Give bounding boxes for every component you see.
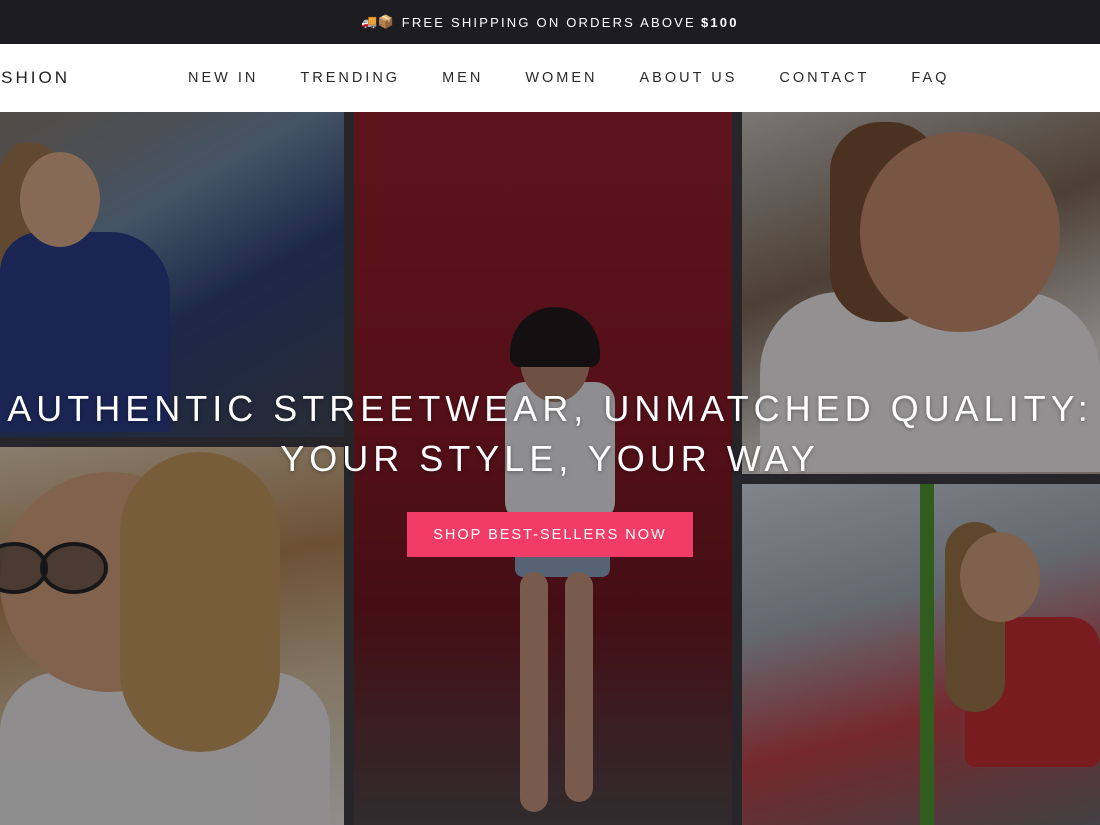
main-navigation: FASHION NEW IN TRENDING MEN WOMEN ABOUT … bbox=[0, 44, 1100, 112]
nav-item-contact[interactable]: CONTACT bbox=[779, 70, 869, 86]
site-logo[interactable]: FASHION bbox=[0, 44, 70, 112]
truck-package-icon: 🚚📦 bbox=[361, 14, 394, 29]
nav-menu: NEW IN TRENDING MEN WOMEN ABOUT US CONTA… bbox=[188, 44, 991, 112]
nav-item-women[interactable]: WOMEN bbox=[525, 70, 597, 86]
shop-best-sellers-button[interactable]: SHOP BEST-SELLERS NOW bbox=[407, 512, 693, 557]
hero-headline-line-2: YOUR STYLE, YOUR WAY bbox=[280, 438, 820, 479]
hero-section: AUTHENTIC STREETWEAR, UNMATCHED QUALITY:… bbox=[0, 112, 1100, 825]
nav-item-trending[interactable]: TRENDING bbox=[300, 70, 400, 86]
nav-item-faq[interactable]: FAQ bbox=[911, 70, 949, 86]
hero-headline: AUTHENTIC STREETWEAR, UNMATCHED QUALITY:… bbox=[0, 384, 1100, 484]
nav-item-about-us[interactable]: ABOUT US bbox=[640, 70, 738, 86]
announcement-bar: 🚚📦 FREE SHIPPING ON ORDERS ABOVE $100 bbox=[0, 0, 1100, 44]
announcement-text: FREE SHIPPING ON ORDERS ABOVE bbox=[401, 14, 696, 30]
hero-headline-line-1: AUTHENTIC STREETWEAR, UNMATCHED QUALITY: bbox=[7, 388, 1093, 429]
announcement-amount: $100 bbox=[700, 14, 739, 30]
nav-item-men[interactable]: MEN bbox=[442, 70, 483, 86]
nav-item-new-in[interactable]: NEW IN bbox=[188, 70, 258, 86]
